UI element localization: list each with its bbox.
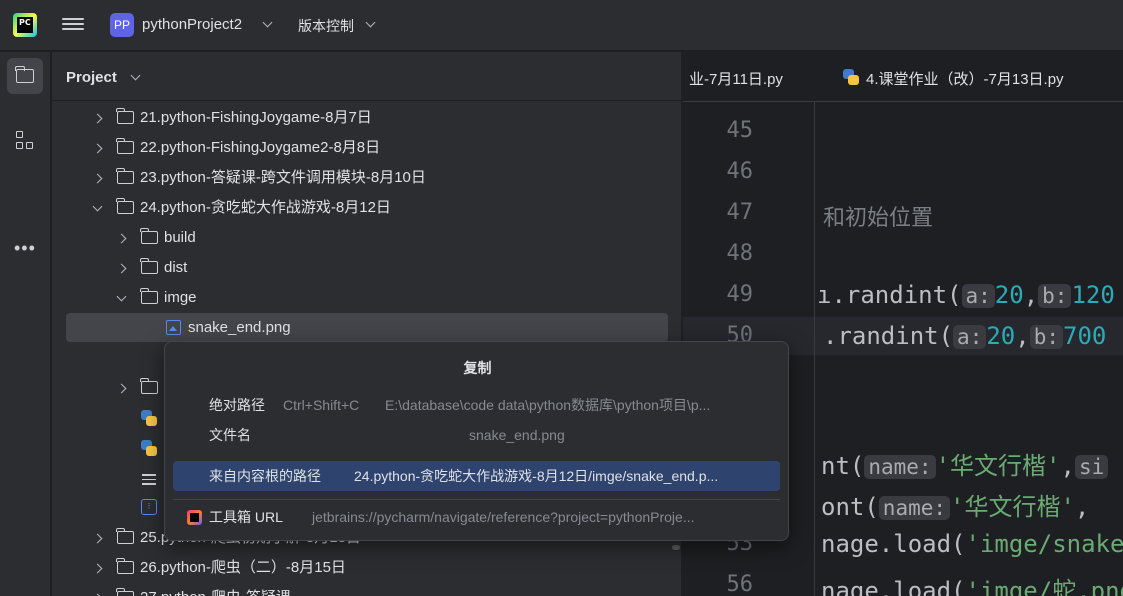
code-comment: 和初始位置	[823, 206, 934, 231]
tree-label: 22.python-FishingJoygame2-8月8日	[140, 139, 381, 156]
folder-icon	[140, 258, 158, 274]
tool-window-strip: •••	[0, 52, 51, 596]
popup-title: 复制	[463, 360, 492, 376]
code-line-50: .randint(a: 20, b: 700	[823, 322, 1107, 350]
menu-item-value: snake_end.png	[469, 427, 565, 443]
menu-item-label: 绝对路径	[209, 397, 265, 413]
tree-label: 21.python-FishingJoygame-8月7日	[140, 109, 372, 126]
tree-row-27[interactable]: 27.python-爬虫-答疑课	[92, 583, 674, 596]
python-file-icon	[141, 440, 157, 456]
chevron-right-icon[interactable]	[116, 263, 127, 274]
toolbox-icon	[187, 510, 202, 525]
vcs-menu[interactable]: 版本控制	[298, 16, 354, 36]
chevron-right-icon[interactable]	[92, 113, 103, 124]
tree-row-22[interactable]: 22.python-FishingJoygame2-8月8日	[92, 133, 674, 163]
tree-row-24[interactable]: 24.python-贪吃蛇大作战游戏-8月12日	[92, 193, 674, 223]
panel-title[interactable]: Project	[66, 69, 117, 86]
copy-popup: 复制 绝对路径 Ctrl+Shift+C E:\database\code da…	[164, 341, 789, 541]
project-badge[interactable]: PP	[110, 13, 134, 37]
pycharm-logo-icon[interactable]: PC	[13, 13, 37, 37]
line-number: 45	[726, 118, 754, 143]
chevron-down-icon[interactable]	[92, 201, 103, 212]
tree-label: 27.python-爬虫-答疑课	[140, 583, 291, 596]
spec-file-icon: ⁝	[141, 499, 157, 515]
chevron-right-icon[interactable]	[92, 143, 103, 154]
tree-label: 26.python-爬虫（二）-8月15日	[140, 559, 346, 576]
code-line-49: ı.randint(a: 20, b: 120	[817, 281, 1115, 309]
chevron-down-icon[interactable]	[130, 70, 141, 81]
tree-row-build[interactable]: build	[116, 223, 418, 253]
structure-icon[interactable]	[7, 122, 43, 158]
copy-absolute-path[interactable]: 绝对路径 Ctrl+Shift+C E:\database\code data\…	[173, 390, 780, 420]
menu-item-label: 来自内容根的路径	[209, 468, 321, 484]
python-file-icon	[141, 410, 157, 426]
menu-item-value: E:\database\code data\python数据库\python项目…	[385, 397, 711, 413]
image-file-icon	[166, 320, 181, 335]
line-number: 46	[726, 159, 754, 184]
folder-icon	[116, 528, 134, 544]
folder-icon	[140, 288, 158, 304]
tree-row-21[interactable]: 21.python-FishingJoygame-8月7日	[92, 103, 674, 133]
code-line-font-2: ont(name: '华文行楷',	[821, 493, 1090, 521]
copy-file-name[interactable]: 文件名 snake_end.png	[173, 420, 780, 450]
tree-row-dist[interactable]: dist	[116, 253, 418, 283]
folder-icon	[116, 558, 134, 574]
project-tool-button[interactable]	[7, 58, 43, 94]
menu-item-label: 文件名	[209, 427, 251, 443]
python-file-icon	[843, 69, 859, 85]
menu-item-label: 工具箱 URL	[209, 509, 283, 525]
tree-row-26[interactable]: 26.python-爬虫（二）-8月15日	[92, 553, 674, 583]
editor-tab[interactable]: 业-7月11日.py	[689, 68, 783, 89]
tree-label: dist	[164, 259, 188, 276]
folder-icon	[116, 108, 134, 124]
folder-icon	[116, 198, 134, 214]
copy-toolbox-url[interactable]: 工具箱 URL jetbrains://pycharm/navigate/ref…	[173, 502, 780, 532]
panel-scrollbar[interactable]	[672, 545, 680, 550]
tree-row-23[interactable]: 23.python-答疑课-跨文件调用模块-8月10日	[92, 163, 674, 193]
chevron-down-icon[interactable]	[262, 17, 273, 28]
line-number: 56	[726, 572, 754, 596]
folder-icon	[15, 66, 34, 83]
folder-icon	[140, 228, 158, 244]
editor-tab-bar: 业-7月11日.py 4.课堂作业（改）-7月13日.py	[683, 52, 1123, 102]
tree-label: snake_end.png	[188, 319, 291, 336]
folder-icon	[116, 138, 134, 154]
chevron-down-icon[interactable]	[116, 291, 127, 302]
chevron-right-icon[interactable]	[116, 233, 127, 244]
tree-label: imge	[164, 289, 197, 306]
chevron-right-icon[interactable]	[92, 563, 103, 574]
hamburger-menu-icon[interactable]	[62, 15, 84, 35]
menu-item-value: jetbrains://pycharm/navigate/reference?p…	[312, 509, 695, 525]
chevron-right-icon[interactable]	[92, 173, 103, 184]
text-file-icon	[142, 471, 156, 488]
more-icon[interactable]: •••	[14, 238, 36, 259]
folder-icon	[140, 378, 158, 394]
logo-text: PC	[17, 17, 33, 33]
line-number: 47	[726, 200, 754, 225]
chevron-down-icon[interactable]	[365, 17, 376, 28]
chevron-right-icon[interactable]	[92, 533, 103, 544]
tree-row-imge[interactable]: imge	[116, 283, 418, 313]
folder-icon	[116, 588, 134, 596]
copy-content-root-path[interactable]: 来自内容根的路径 24.python-贪吃蛇大作战游戏-8月12日/imge/s…	[173, 461, 780, 491]
title-bar: PC PP pythonProject2 版本控制	[0, 0, 1123, 51]
project-name[interactable]: pythonProject2	[142, 16, 242, 33]
folder-icon	[116, 168, 134, 184]
tree-label: 24.python-贪吃蛇大作战游戏-8月12日	[140, 199, 391, 216]
code-line-56: nage.load('imge/蛇.png	[821, 577, 1123, 596]
code-line-font-1: nt(name: '华文行楷', si	[821, 446, 1109, 481]
menu-item-value: 24.python-贪吃蛇大作战游戏-8月12日/imge/snake_end.…	[354, 468, 719, 484]
tree-row-snake-end[interactable]: snake_end.png	[188, 313, 488, 343]
editor-tab[interactable]: 4.课堂作业（改）-7月13日.py	[866, 68, 1064, 89]
line-number: 48	[726, 241, 754, 266]
menu-item-shortcut: Ctrl+Shift+C	[283, 397, 360, 413]
tree-label: 23.python-答疑课-跨文件调用模块-8月10日	[140, 169, 426, 186]
tree-label: build	[164, 229, 196, 246]
line-number: 49	[726, 282, 754, 307]
code-line-53: nage.load('imge/snake_	[821, 530, 1123, 558]
